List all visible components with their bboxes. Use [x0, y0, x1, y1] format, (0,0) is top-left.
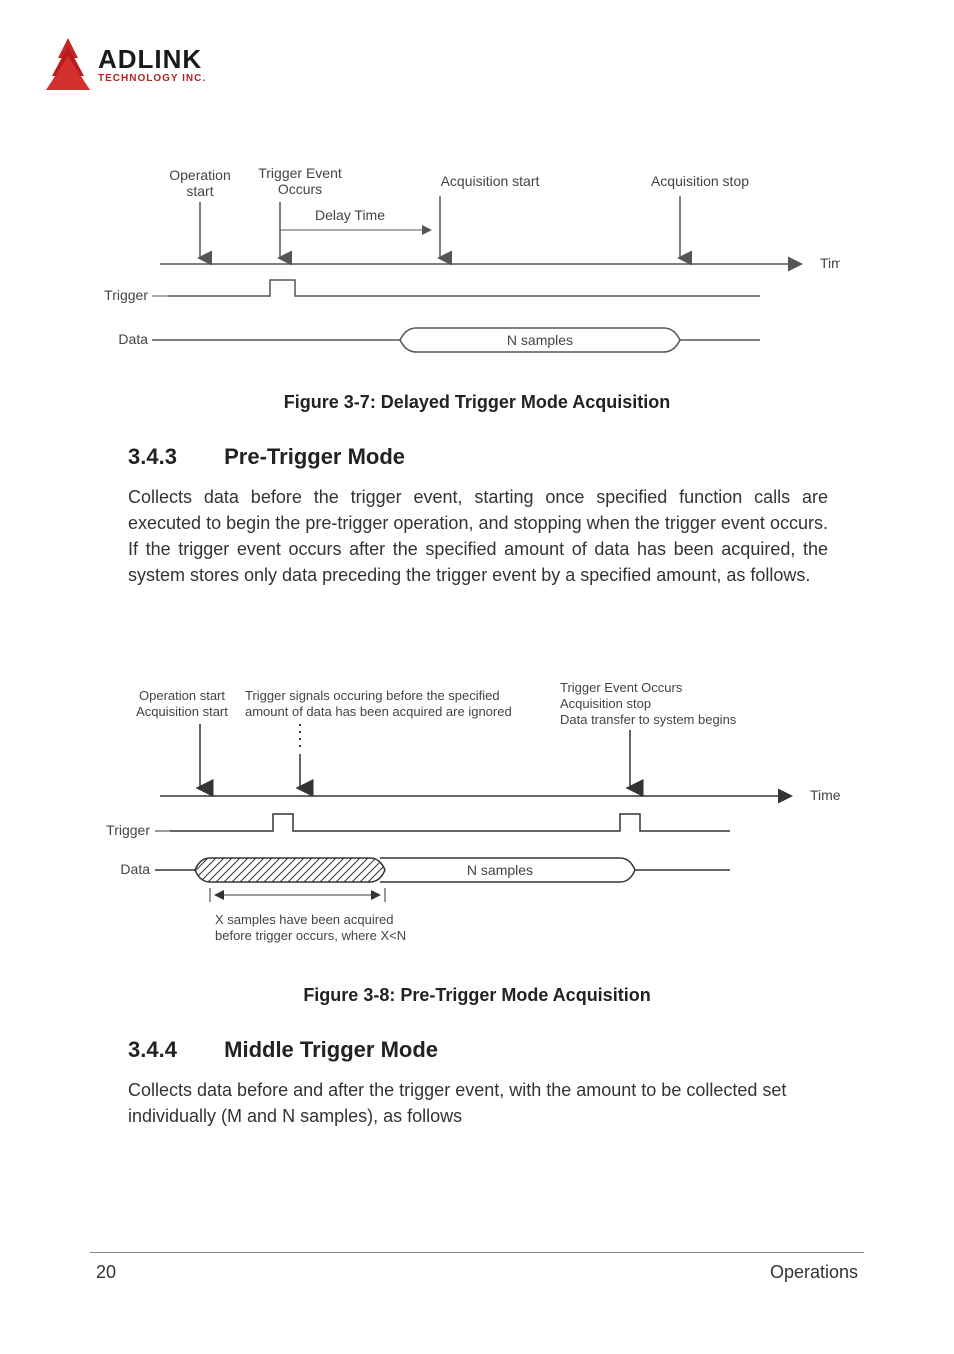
svg-text:N samples: N samples — [467, 862, 533, 878]
section-number: 3.4.3 — [128, 444, 218, 470]
svg-text:amount of data has been acquir: amount of data has been acquired are ign… — [245, 704, 512, 719]
footer-rule — [90, 1252, 864, 1253]
svg-text:Operation: Operation — [169, 167, 230, 183]
section-3-4-3-heading: 3.4.3 Pre-Trigger Mode — [128, 444, 405, 470]
svg-text:Trigger: Trigger — [104, 287, 148, 303]
section-title: Middle Trigger Mode — [224, 1037, 438, 1062]
figure-3-8-diagram: Operation start Acquisition start Trigge… — [100, 670, 840, 955]
svg-text:Occurs: Occurs — [278, 181, 322, 197]
svg-text:X samples have been acquired: X samples have been acquired — [215, 912, 394, 927]
brand-logo: ADLINK TECHNOLOGY INC. — [44, 38, 206, 92]
footer-section-name: Operations — [770, 1262, 858, 1283]
svg-text:Time: Time — [820, 255, 840, 271]
svg-text:start: start — [186, 183, 213, 199]
brand-logo-icon — [44, 38, 92, 92]
svg-text:Acquisition start: Acquisition start — [136, 704, 228, 719]
brand-logo-subtext: TECHNOLOGY INC. — [98, 74, 206, 84]
svg-text:Acquisition stop: Acquisition stop — [651, 173, 749, 189]
svg-text:Data transfer to system begins: Data transfer to system begins — [560, 712, 737, 727]
svg-text:Acquisition start: Acquisition start — [441, 173, 540, 189]
svg-text:Time: Time — [810, 787, 840, 803]
svg-text:Data: Data — [118, 331, 148, 347]
svg-text:Trigger Event Occurs: Trigger Event Occurs — [560, 680, 683, 695]
svg-text:before trigger occurs, where X: before trigger occurs, where X<N — [215, 928, 406, 943]
svg-text:N samples: N samples — [507, 332, 573, 348]
svg-text:Trigger Event: Trigger Event — [258, 165, 342, 181]
svg-text:Trigger signals occuring befor: Trigger signals occuring before the spec… — [245, 688, 500, 703]
svg-text:Delay Time: Delay Time — [315, 207, 385, 223]
brand-logo-text: ADLINK — [98, 46, 206, 72]
section-3-4-4-heading: 3.4.4 Middle Trigger Mode — [128, 1037, 438, 1063]
section-title: Pre-Trigger Mode — [224, 444, 405, 469]
svg-text:Operation start: Operation start — [139, 688, 225, 703]
section-3-4-3-body: Collects data before the trigger event, … — [128, 484, 828, 588]
figure-3-7-diagram: Operation start Trigger Event Occurs Del… — [100, 160, 840, 370]
svg-text:Trigger: Trigger — [106, 822, 150, 838]
section-3-4-4-body: Collects data before and after the trigg… — [128, 1077, 828, 1129]
footer-page-number: 20 — [96, 1262, 116, 1283]
svg-text:Acquisition stop: Acquisition stop — [560, 696, 651, 711]
svg-text:Data: Data — [120, 861, 150, 877]
figure-3-7-caption: Figure 3-7: Delayed Trigger Mode Acquisi… — [0, 392, 954, 413]
figure-3-8-caption: Figure 3-8: Pre-Trigger Mode Acquisition — [0, 985, 954, 1006]
section-number: 3.4.4 — [128, 1037, 218, 1063]
